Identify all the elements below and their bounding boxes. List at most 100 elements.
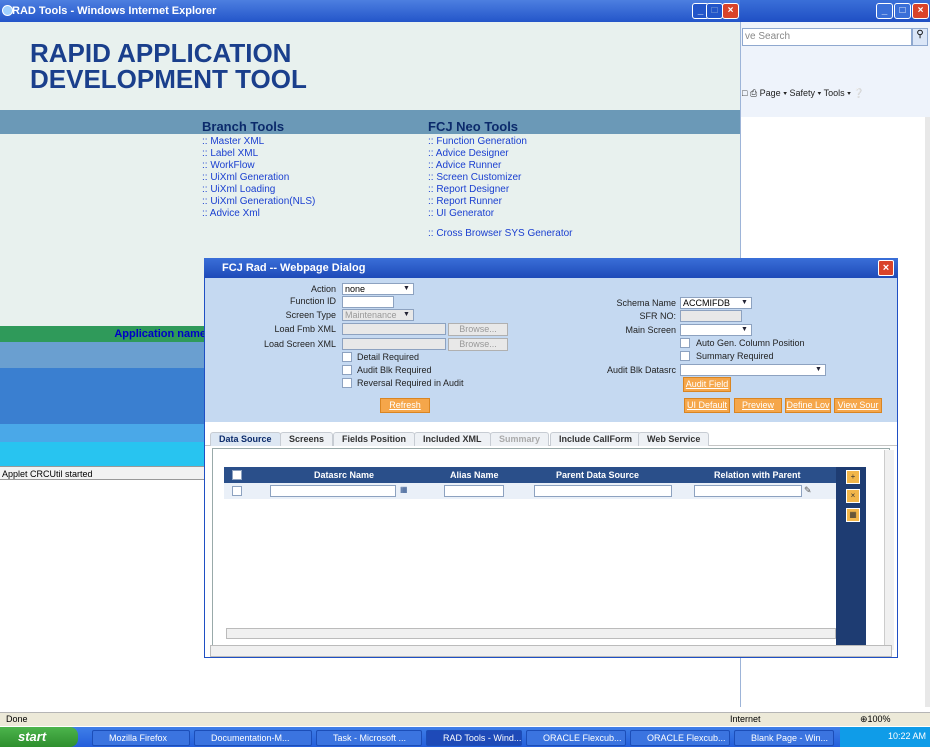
parent-data-source-input[interactable]: [534, 485, 672, 497]
command-bar: □ ⎙ Page ▾ Safety ▾ Tools ▾ ❔: [742, 88, 930, 108]
chevron-down-icon: ▼: [403, 311, 410, 318]
datasrc-name-input[interactable]: [270, 485, 396, 497]
tab-fields-position[interactable]: Fields Position: [333, 432, 416, 446]
load-screen-label: Load Screen XML: [263, 339, 336, 349]
maximize-icon[interactable]: □: [706, 3, 723, 19]
reversal-checkbox[interactable]: [342, 378, 352, 388]
col-datasrc-name: Datasrc Name: [314, 470, 375, 480]
command-bar-menus[interactable]: Page ▾ Safety ▾ Tools ▾: [760, 88, 851, 98]
link-uixml-loading[interactable]: :: UiXml Loading: [202, 184, 275, 196]
refresh-button[interactable]: Refresh: [380, 398, 430, 413]
link-workflow[interactable]: :: WorkFlow: [202, 160, 255, 172]
neo-tools-heading: FCJ Neo Tools: [428, 119, 519, 134]
main-screen-select[interactable]: ▼: [680, 324, 752, 336]
decor-band: [0, 368, 210, 424]
task-documentation[interactable]: Documentation-M...: [194, 730, 312, 746]
action-select[interactable]: none ▼: [342, 283, 414, 295]
tab-screens[interactable]: Screens: [280, 432, 334, 446]
dialog-title: FCJ Rad -- Webpage Dialog: [222, 262, 366, 274]
function-id-input[interactable]: [342, 296, 394, 308]
load-screen-input[interactable]: [342, 338, 446, 350]
audit-blk-datasrc-select[interactable]: ▼: [680, 364, 826, 376]
link-ui-generator[interactable]: :: UI Generator: [428, 208, 494, 220]
add-row-icon[interactable]: +: [846, 470, 860, 484]
close-icon[interactable]: ×: [912, 3, 929, 19]
summary-required-checkbox[interactable]: [680, 351, 690, 361]
clock: 10:22 AM: [888, 731, 927, 741]
audit-blk-datasrc-label: Audit Blk Datasrc: [606, 365, 676, 375]
view-source-button[interactable]: View Sour: [834, 398, 882, 413]
help-icon[interactable]: ❔: [853, 88, 864, 98]
tab-include-callform[interactable]: Include CallForm: [550, 432, 642, 446]
home-icon[interactable]: □: [742, 88, 747, 98]
detail-required-checkbox[interactable]: [342, 352, 352, 362]
tab-included-xml[interactable]: Included XML: [414, 432, 491, 446]
task-microsoft[interactable]: Task - Microsoft ...: [316, 730, 422, 746]
task-firefox[interactable]: Mozilla Firefox: [92, 730, 190, 746]
system-tray: 10:22 AM: [840, 727, 930, 747]
tab-web-service[interactable]: Web Service: [638, 432, 710, 446]
schema-name-value: ACCMIFDB: [683, 298, 730, 308]
link-report-runner[interactable]: :: Report Runner: [428, 196, 502, 208]
task-oracle-2[interactable]: ORACLE Flexcub...: [630, 730, 730, 746]
edit-icon[interactable]: ✎: [804, 485, 816, 497]
chevron-down-icon: ▼: [741, 299, 748, 306]
start-button[interactable]: start: [0, 727, 78, 747]
app-title-line2: DEVELOPMENT TOOL: [30, 64, 307, 94]
link-advice-runner[interactable]: :: Advice Runner: [428, 160, 501, 172]
tab-summary[interactable]: Summary: [490, 432, 550, 446]
maximize-icon[interactable]: □: [894, 3, 911, 19]
relation-with-parent-input[interactable]: [694, 485, 802, 497]
select-all-checkbox[interactable]: [232, 470, 242, 480]
link-report-designer[interactable]: :: Report Designer: [428, 184, 509, 196]
search-input[interactable]: ve Search: [742, 28, 912, 46]
browse-screen-button[interactable]: Browse...: [448, 338, 508, 351]
print-icon[interactable]: ⎙: [750, 88, 757, 98]
zoom-level[interactable]: ⊕100%: [860, 714, 891, 725]
browse-fmb-button[interactable]: Browse...: [448, 323, 508, 336]
preview-button[interactable]: Preview: [734, 398, 782, 413]
link-advice-designer[interactable]: :: Advice Designer: [428, 148, 509, 160]
sfr-no-input[interactable]: [680, 310, 742, 322]
audit-field-button[interactable]: Audit Field: [683, 377, 731, 392]
link-uixml-generation[interactable]: :: UiXml Generation: [202, 172, 289, 184]
row-checkbox[interactable]: [232, 486, 242, 496]
link-function-generation[interactable]: :: Function Generation: [428, 136, 527, 148]
link-cross-browser-sys-generator[interactable]: :: Cross Browser SYS Generator: [428, 228, 573, 240]
grid-horizontal-scrollbar[interactable]: [226, 628, 836, 639]
close-icon[interactable]: ×: [722, 3, 739, 19]
auto-gen-checkbox[interactable]: [680, 338, 690, 348]
dialog-vertical-scrollbar[interactable]: [884, 450, 894, 650]
decor-band: [0, 442, 210, 466]
vertical-scrollbar[interactable]: [925, 117, 930, 707]
link-master-xml[interactable]: :: Master XML: [202, 136, 264, 148]
screen-type-select[interactable]: Maintenance ▼: [342, 309, 414, 321]
rad-window-titlebar: RAD Tools - Windows Internet Explorer _ …: [0, 0, 740, 22]
delete-row-icon[interactable]: ×: [846, 489, 860, 503]
alias-name-input[interactable]: [444, 485, 504, 497]
search-icon[interactable]: ⚲: [912, 28, 928, 46]
load-fmb-input[interactable]: [342, 323, 446, 335]
summary-required-label: Summary Required: [696, 351, 774, 361]
minimize-icon[interactable]: _: [876, 3, 893, 19]
link-advice-xml[interactable]: :: Advice Xml: [202, 208, 260, 220]
link-uixml-generation-nls[interactable]: :: UiXml Generation(NLS): [202, 196, 315, 208]
link-screen-customizer[interactable]: :: Screen Customizer: [428, 172, 521, 184]
schema-name-select[interactable]: ACCMIFDB ▼: [680, 297, 752, 309]
screen-type-value: Maintenance: [345, 310, 397, 320]
audit-blk-label: Audit Blk Required: [357, 365, 432, 375]
tab-data-source[interactable]: Data Source: [210, 432, 281, 446]
audit-blk-checkbox[interactable]: [342, 365, 352, 375]
view-row-icon[interactable]: ▦: [846, 508, 860, 522]
applet-status: Applet CRCUtil started: [0, 466, 210, 480]
task-oracle-1[interactable]: ORACLE Flexcub...: [526, 730, 626, 746]
dialog-horizontal-scrollbar[interactable]: [210, 645, 892, 657]
lov-icon[interactable]: ▦: [400, 485, 412, 497]
branch-tools-heading: Branch Tools: [202, 119, 285, 134]
ui-default-button[interactable]: UI Default: [684, 398, 730, 413]
link-label-xml[interactable]: :: Label XML: [202, 148, 258, 160]
define-lov-button[interactable]: Define Lov: [785, 398, 831, 413]
task-blank-page[interactable]: Blank Page - Win...: [734, 730, 834, 746]
close-icon[interactable]: ×: [878, 260, 894, 276]
task-rad-tools[interactable]: RAD Tools - Wind...: [426, 730, 522, 746]
